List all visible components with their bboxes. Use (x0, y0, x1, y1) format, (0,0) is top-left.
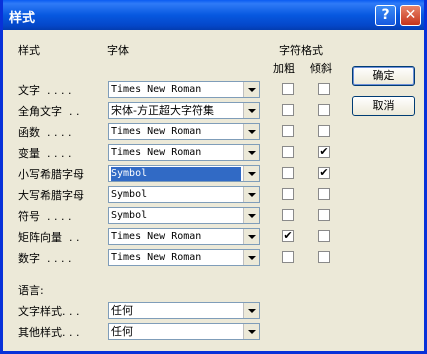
language-heading: 语言: (18, 284, 44, 297)
font-select-value: Times New Roman (111, 252, 202, 263)
bold-checkbox[interactable] (282, 104, 294, 116)
chevron-down-icon[interactable] (243, 166, 259, 181)
italic-checkbox[interactable] (318, 230, 330, 242)
font-select[interactable]: Times New Roman (108, 81, 260, 98)
bold-checkbox[interactable] (282, 83, 294, 95)
italic-checkbox[interactable] (318, 125, 330, 137)
bold-checkbox[interactable] (282, 125, 294, 137)
title-bar[interactable]: 样式 ? ✕ (3, 0, 424, 30)
chevron-down-icon[interactable] (243, 82, 259, 97)
char-format-header: 字符格式 (279, 44, 323, 57)
font-column-header: 字体 (107, 44, 129, 57)
close-icon[interactable]: ✕ (400, 5, 421, 26)
text-style-language-value: 任何 (111, 304, 133, 317)
italic-checkbox[interactable] (318, 209, 330, 221)
style-row-label: 函数 . . . . (18, 126, 72, 139)
style-row-label: 数字 . . . . (18, 252, 72, 265)
font-select-value: 宋体-方正超大字符集 (111, 104, 214, 117)
font-select[interactable]: Times New Roman (108, 249, 260, 266)
style-column-header: 样式 (18, 44, 40, 57)
font-select-value: Symbol (111, 167, 241, 181)
other-style-label: 其他样式. . . (18, 326, 80, 339)
help-icon[interactable]: ? (375, 5, 396, 26)
dialog-title: 样式 (9, 11, 36, 26)
bold-checkbox[interactable]: ✔ (282, 230, 294, 242)
style-row-label: 全角文字 . . (18, 105, 80, 118)
font-select[interactable]: Times New Roman (108, 123, 260, 140)
style-row-label: 大写希腊字母 (18, 189, 84, 202)
font-select[interactable]: Times New Roman (108, 228, 260, 245)
font-select-value: Times New Roman (111, 126, 202, 137)
font-select[interactable]: Times New Roman (108, 144, 260, 161)
chevron-down-icon[interactable] (243, 208, 259, 223)
chevron-down-icon[interactable] (243, 303, 259, 318)
chevron-down-icon[interactable] (243, 250, 259, 265)
text-style-label: 文字样式. . . (18, 305, 80, 318)
font-select-value: Symbol (111, 189, 148, 200)
style-row-label: 符号 . . . . (18, 210, 72, 223)
font-select-value: Times New Roman (111, 231, 202, 242)
italic-checkbox[interactable] (318, 104, 330, 116)
style-row-label: 矩阵向量 . . (18, 231, 80, 244)
chevron-down-icon[interactable] (243, 187, 259, 202)
italic-checkbox[interactable] (318, 188, 330, 200)
font-select[interactable]: Symbol (108, 165, 260, 182)
chevron-down-icon[interactable] (243, 145, 259, 160)
italic-column-header: 倾斜 (310, 62, 332, 75)
style-row-label: 变量 . . . . (18, 147, 72, 160)
font-select[interactable]: Symbol (108, 207, 260, 224)
font-select[interactable]: 宋体-方正超大字符集 (108, 102, 260, 119)
style-dialog: 样式 ? ✕ 样式 字体 字符格式 加粗 倾斜 文字 . . . . Times … (0, 0, 427, 354)
italic-checkbox[interactable] (318, 83, 330, 95)
ok-button[interactable]: 确定 (352, 66, 415, 86)
font-select-value: Symbol (111, 210, 148, 221)
italic-checkbox[interactable]: ✔ (318, 146, 330, 158)
bold-checkbox[interactable] (282, 146, 294, 158)
text-style-language-select[interactable]: 任何 (108, 302, 260, 319)
italic-checkbox[interactable]: ✔ (318, 167, 330, 179)
cancel-button[interactable]: 取消 (352, 96, 415, 116)
bold-checkbox[interactable] (282, 251, 294, 263)
bold-checkbox[interactable] (282, 167, 294, 179)
style-row-label: 文字 . . . . (18, 84, 72, 97)
chevron-down-icon[interactable] (243, 229, 259, 244)
font-select-value: Times New Roman (111, 84, 202, 95)
bold-checkbox[interactable] (282, 188, 294, 200)
other-style-language-value: 任何 (111, 325, 133, 338)
bold-column-header: 加粗 (273, 62, 295, 75)
font-select[interactable]: Symbol (108, 186, 260, 203)
chevron-down-icon[interactable] (243, 324, 259, 339)
chevron-down-icon[interactable] (243, 124, 259, 139)
style-row-label: 小写希腊字母 (18, 168, 84, 181)
other-style-language-select[interactable]: 任何 (108, 323, 260, 340)
italic-checkbox[interactable] (318, 251, 330, 263)
font-select-value: Times New Roman (111, 147, 202, 158)
bold-checkbox[interactable] (282, 209, 294, 221)
chevron-down-icon[interactable] (243, 103, 259, 118)
